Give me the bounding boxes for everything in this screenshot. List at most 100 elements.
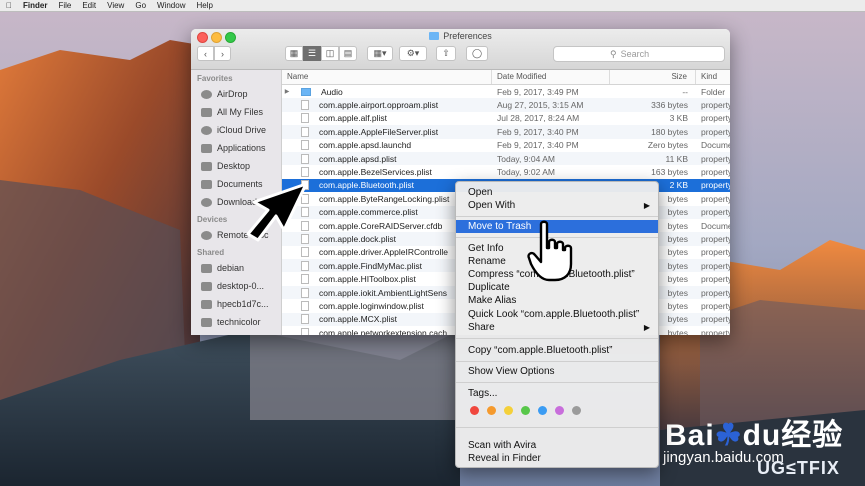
menu-file[interactable]: File: [58, 1, 71, 10]
tag-color-dot[interactable]: [470, 406, 479, 415]
table-row[interactable]: com.apple.airport.opproam.plist Aug 27, 2…: [282, 98, 730, 112]
menu-item-duplicate[interactable]: Duplicate: [456, 281, 658, 294]
file-kind: property: [701, 260, 730, 271]
menu-item-tags[interactable]: Tags...: [456, 387, 658, 400]
sidebar-item-airdrop[interactable]: AirDrop: [191, 85, 281, 103]
title-bar: Preferences ‹ › ▦ ☰ ◫ ▤ ▦▾ ⚙▾ ⇧ ◯ ⚲ Searc…: [191, 29, 730, 70]
file-name: com.apple.apsd.launchd: [319, 140, 412, 151]
file-icon: [301, 300, 309, 311]
sidebar-item-desktop-0[interactable]: desktop-0...: [191, 277, 281, 295]
column-name[interactable]: Name: [282, 70, 492, 84]
menu-item-share[interactable]: Share ▶: [456, 321, 658, 334]
arrange-button[interactable]: ▦▾: [367, 46, 393, 61]
column-view-button[interactable]: ◫: [321, 46, 339, 61]
share-button[interactable]: ⇧: [436, 46, 456, 61]
file-date: Feb 9, 2017, 3:49 PM: [497, 86, 579, 97]
back-button[interactable]: ‹: [197, 46, 214, 61]
sidebar-item-technicolor[interactable]: technicolor: [191, 313, 281, 331]
grid-icon: ▦: [289, 48, 299, 58]
disclosure-triangle-icon[interactable]: ▶: [282, 88, 292, 95]
menu-window[interactable]: Window: [157, 1, 185, 10]
sidebar-item-label: technicolor: [217, 317, 261, 327]
icon-view-button[interactable]: ▦: [285, 46, 303, 61]
menu-item-show-view-options[interactable]: Show View Options: [456, 365, 658, 378]
tag-color-dot[interactable]: [555, 406, 564, 415]
file-icon: [301, 327, 309, 335]
column-date-modified[interactable]: Date Modified: [492, 70, 610, 84]
column-kind[interactable]: Kind: [696, 70, 730, 84]
table-row[interactable]: ▶ Audio Feb 9, 2017, 3:49 PM -- Folder: [282, 85, 730, 98]
tag-color-dot[interactable]: [504, 406, 513, 415]
file-date: Today, 9:02 AM: [497, 167, 555, 178]
file-name: com.apple.BezelServices.plist: [319, 167, 432, 178]
menu-go[interactable]: Go: [135, 1, 146, 10]
menu-item-scan-with-avira[interactable]: Scan with Avira: [456, 439, 658, 452]
file-kind: property: [701, 180, 730, 191]
sidebar-item-debian[interactable]: debian: [191, 259, 281, 277]
action-button[interactable]: ⚙▾: [399, 46, 427, 61]
file-size: 163 bytes: [651, 167, 688, 178]
cover-flow-button[interactable]: ▤: [339, 46, 357, 61]
folder-icon: [301, 87, 311, 96]
menu-item-label: Open With: [468, 200, 516, 211]
menu-item-copy[interactable]: Copy “com.apple.Bluetooth.plist”: [456, 344, 658, 357]
menu-separator: [456, 216, 658, 217]
table-row[interactable]: com.apple.apsd.plist Today, 9:04 AM 11 KB p…: [282, 151, 730, 166]
sidebar-item-desktop[interactable]: Desktop: [191, 157, 281, 175]
folder-icon: [429, 32, 440, 40]
menu-separator: [456, 361, 658, 362]
table-row[interactable]: com.apple.alf.plist Jul 28, 2017, 8:24 AM…: [282, 112, 730, 125]
file-name: com.apple.ByteRangeLocking.plist: [319, 193, 450, 204]
sidebar-item-icloud-drive[interactable]: iCloud Drive: [191, 121, 281, 139]
table-row[interactable]: com.apple.BezelServices.plist Today, 9:02…: [282, 165, 730, 178]
menu-item-quick-look[interactable]: Quick Look “com.apple.Bluetooth.plist”: [456, 308, 658, 321]
table-row[interactable]: com.apple.AppleFileServer.plist Feb 9, 20…: [282, 125, 730, 139]
sidebar-item-applications[interactable]: Applications: [191, 139, 281, 157]
sidebar-item-all-my-files[interactable]: All My Files: [191, 103, 281, 121]
file-name: com.apple.FindMyMac.plist: [319, 260, 422, 271]
computer-icon: [201, 263, 212, 273]
file-kind: property: [701, 167, 730, 178]
list-view-button[interactable]: ☰: [303, 46, 321, 61]
file-size: 180 bytes: [651, 126, 688, 137]
sidebar-item-hpecb1d7c[interactable]: hpecb1d7c...: [191, 295, 281, 313]
table-row[interactable]: com.apple.apsd.launchd Feb 9, 2017, 3:40 …: [282, 139, 730, 152]
file-size: 336 bytes: [651, 100, 688, 111]
menu-item-make-alias[interactable]: Make Alias: [456, 294, 658, 307]
menu-separator: [456, 338, 658, 339]
window-title-text: Preferences: [443, 31, 492, 41]
tag-color-dot[interactable]: [521, 406, 530, 415]
menu-separator: [456, 427, 658, 428]
file-kind: property: [701, 193, 730, 204]
menu-view[interactable]: View: [107, 1, 124, 10]
menu-help[interactable]: Help: [196, 1, 212, 10]
file-name-cell: ▶ Audio: [282, 87, 492, 97]
file-icon: [301, 274, 309, 285]
file-kind: property: [701, 274, 730, 285]
tag-icon: ◯: [471, 48, 483, 58]
file-icon: [301, 287, 309, 298]
file-kind: property: [701, 300, 730, 311]
submenu-arrow-icon: ▶: [643, 201, 650, 210]
menu-edit[interactable]: Edit: [82, 1, 96, 10]
menu-item-open-with[interactable]: Open With ▶: [456, 199, 658, 212]
paw-icon: ☘: [714, 419, 743, 452]
search-input[interactable]: ⚲ Search: [553, 46, 725, 62]
sidebar-item-label: All My Files: [217, 107, 264, 117]
apple-menu-icon[interactable]: : [4, 1, 14, 10]
tag-color-dot[interactable]: [572, 406, 581, 415]
document-icon: [201, 179, 212, 189]
tag-color-dot[interactable]: [487, 406, 496, 415]
menu-finder[interactable]: Finder: [23, 1, 47, 10]
disc-icon: [201, 230, 212, 240]
menu-item-open[interactable]: Open: [456, 186, 658, 199]
tag-color-dot[interactable]: [538, 406, 547, 415]
computer-icon: [201, 317, 212, 327]
file-name: com.apple.driver.AppleIRControlle: [319, 247, 448, 258]
file-name: com.apple.networkextension.cach: [319, 327, 448, 335]
tags-button[interactable]: ◯: [466, 46, 488, 61]
column-size[interactable]: Size: [610, 70, 696, 84]
menu-item-reveal-in-finder[interactable]: Reveal in Finder: [456, 452, 658, 465]
sidebar-item-label: iCloud Drive: [217, 125, 267, 135]
forward-button[interactable]: ›: [214, 46, 231, 61]
